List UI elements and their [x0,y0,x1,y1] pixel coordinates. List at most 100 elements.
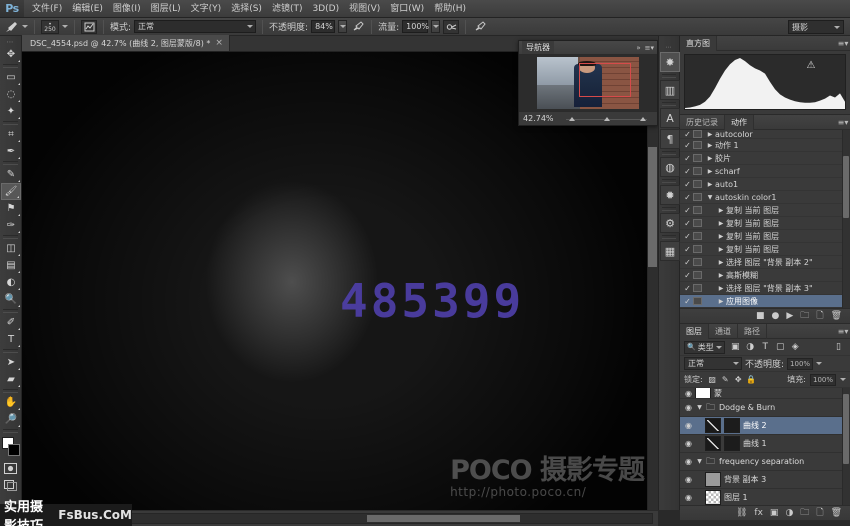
stop-recording-icon[interactable]: ■ [756,311,765,321]
layer-style-icon[interactable]: fx [754,508,763,518]
layer-curves-2[interactable]: ◉曲线 2 [680,417,850,435]
action-row[interactable]: ✓▶选择 图层 "背景 副本 3" [680,282,850,295]
lock-all-icon[interactable]: 🔒 [746,374,757,386]
new-action-icon[interactable]: 🗋 [816,308,823,324]
menu-item-10[interactable]: 帮助(H) [429,0,471,18]
flow-input[interactable]: 100% [402,20,428,33]
document-tab[interactable]: DSC_4554.psd @ 42.7% (曲线 2, 图层蒙版/8) * × [22,35,230,51]
action-dialog-toggle[interactable] [693,141,702,149]
actions-scroll-thumb[interactable] [843,156,849,218]
chevron-right-icon[interactable]: ▶ [716,246,726,253]
character-icon[interactable]: A [660,108,680,128]
action-dialog-toggle[interactable] [693,206,702,214]
action-check-icon[interactable]: ✓ [682,245,693,254]
layer-fill-input[interactable]: 100% [810,374,836,386]
gradient-tool[interactable]: ▤ [1,257,21,274]
crop-tool[interactable]: ⌗ [1,126,21,143]
action-dialog-toggle[interactable] [693,219,702,227]
layer-thumbnail[interactable] [695,388,711,399]
brush-presets-icon[interactable]: ✹ [660,185,680,205]
chevron-down-icon[interactable] [840,378,846,381]
menu-item-8[interactable]: 视图(V) [344,0,385,18]
action-dialog-toggle[interactable] [693,154,702,162]
action-check-icon[interactable]: ✓ [682,141,693,150]
group-dodge-burn[interactable]: ◉▼🗀Dodge & Burn [680,399,850,417]
brush-preset-caret[interactable] [22,25,28,28]
eyedropper-tool[interactable]: ✒ [1,143,21,160]
lock-transparent-icon[interactable]: ▨ [707,374,718,386]
chevron-right-icon[interactable]: ▶ [705,155,715,162]
filter-shape-icon[interactable]: ▢ [773,341,788,354]
move-tool[interactable]: ✥ [1,46,21,63]
histogram-dock-icon[interactable]: ▥ [660,80,680,100]
layer-1[interactable]: ◉图层 1 [680,489,850,505]
eye-icon[interactable]: ◉ [682,403,695,412]
zoom-out-icon[interactable] [569,117,575,121]
menu-item-2[interactable]: 图像(I) [108,0,146,18]
eye-icon[interactable]: ◉ [682,439,695,448]
action-dialog-toggle[interactable] [693,193,702,201]
action-row[interactable]: ✓▶选择 图层 "背景 副本 2" [680,256,850,269]
panel-menu-icon[interactable]: ≡▾ [836,324,850,338]
menu-item-5[interactable]: 选择(S) [226,0,267,18]
history-brush-tool[interactable]: ✑ [1,217,21,234]
action-check-icon[interactable]: ✓ [682,167,693,176]
brush-tool-icon[interactable] [4,20,19,34]
action-row[interactable]: ✓▶复制 当前 图层 [680,243,850,256]
eraser-tool[interactable]: ◫ [1,240,21,257]
menu-item-1[interactable]: 编辑(E) [67,0,108,18]
filter-type-icon[interactable]: T [758,341,773,354]
zoom-tool[interactable]: 🔎 [1,411,21,428]
brush-panel-caret[interactable] [62,25,68,28]
pressure-size-icon[interactable] [472,20,487,34]
lock-image-icon[interactable]: ✎ [720,374,731,386]
chevron-right-icon[interactable]: ▶ [716,233,726,240]
action-check-icon[interactable]: ✓ [682,232,693,241]
hand-tool[interactable]: ✋ [1,394,21,411]
dock-grip[interactable]: ⋯ [659,44,679,51]
action-check-icon[interactable]: ✓ [682,219,693,228]
action-dialog-toggle[interactable] [693,130,702,138]
pen-tool[interactable]: ✐ [1,314,21,331]
chevron-right-icon[interactable]: ▶ [716,272,726,279]
layer-thumbnail[interactable] [705,418,721,433]
action-dialog-toggle[interactable] [693,297,702,305]
new-set-icon[interactable]: 🗀 [800,308,809,324]
zoom-slider-handle[interactable] [604,117,610,121]
chevron-right-icon[interactable]: ▶ [716,207,726,214]
chevron-down-icon[interactable]: ▼ [695,404,704,411]
pressure-opacity-icon[interactable] [350,20,365,34]
mask-row[interactable]: ◉蒙 [680,388,850,399]
action-row[interactable]: ✓▶高斯模糊 [680,269,850,282]
new-group-icon[interactable]: 🗀 [800,505,809,521]
menu-item-3[interactable]: 图层(L) [146,0,186,18]
action-dialog-toggle[interactable] [693,271,702,279]
airbrush-toggle-icon[interactable] [81,20,97,34]
double-arrow-icon[interactable]: » [636,44,640,52]
action-check-icon[interactable]: ✓ [682,206,693,215]
adjustments-icon[interactable]: ✸ [660,52,680,72]
tab-history[interactable]: 历史记录 [680,115,725,130]
navigator-preview[interactable] [519,55,657,111]
navigator-view-box[interactable] [579,63,631,97]
chevron-down-icon[interactable]: ▼ [695,458,704,465]
chevron-right-icon[interactable]: ▶ [716,259,726,266]
lasso-tool[interactable]: ◌ [1,86,21,103]
eye-icon[interactable]: ◉ [682,475,695,484]
toolbar-grip[interactable]: ⋯ [0,38,21,46]
marquee-tool[interactable]: ▭ [1,69,21,86]
action-check-icon[interactable]: ✓ [682,297,693,306]
eye-icon[interactable]: ◉ [682,389,695,398]
healing-brush-tool[interactable]: ✎ [1,166,21,183]
warning-triangle-icon[interactable]: ⚠ [805,60,817,71]
action-row[interactable]: ✓▶auto1 [680,178,850,191]
delete-icon[interactable]: 🗑 [831,311,842,321]
layer-bg-copy-3[interactable]: ◉背景 副本 3 [680,471,850,489]
layer-filter-kind-select[interactable]: 🔍 类型 [684,341,725,354]
zoom-in-icon[interactable] [640,117,646,121]
action-check-icon[interactable]: ✓ [682,258,693,267]
path-selection-tool[interactable]: ➤ [1,354,21,371]
action-row[interactable]: ✓▼autoskin color1 [680,191,850,204]
action-row[interactable]: ✓▶scharf [680,165,850,178]
delete-layer-icon[interactable]: 🗑 [831,508,842,518]
